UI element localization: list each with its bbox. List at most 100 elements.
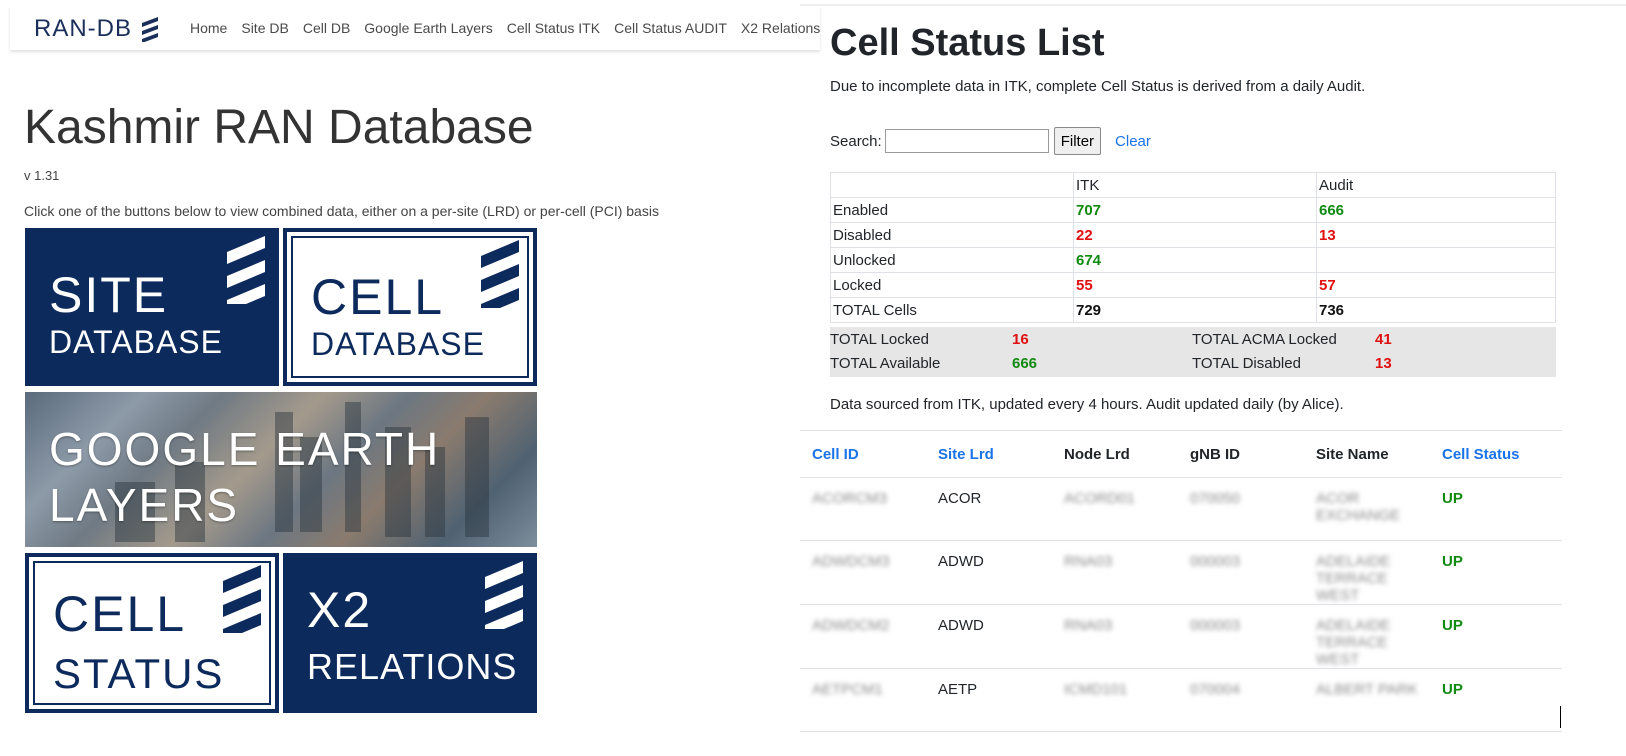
total-locked-value: 16 (1012, 331, 1029, 348)
divider (800, 4, 1626, 6)
table-row: Disabled 22 13 (830, 222, 1556, 248)
tile-label-sub: DATABASE (49, 324, 223, 360)
node-lrd: ICMD101 (1052, 668, 1178, 732)
site-name: ACOR EXCHANGE (1304, 477, 1430, 541)
search-label: Search: (830, 132, 882, 150)
nav-home[interactable]: Home (190, 20, 227, 36)
total-acma-locked-label: TOTAL ACMA Locked (1192, 331, 1337, 348)
page-title: Cell Status List (830, 22, 1105, 64)
table-row: ADWDCM3 ADWD RNA03 000003 ADELAIDE TERRA… (800, 540, 1562, 605)
gnb-id: 070050 (1178, 477, 1304, 541)
brand[interactable]: RAN-DB (34, 12, 160, 46)
tile-label-main: SITE (49, 267, 169, 323)
nav-site-db[interactable]: Site DB (241, 20, 288, 36)
cell-id: ACORCM3 (800, 477, 926, 541)
google-earth-layers-button[interactable]: GOOGLE EARTH LAYERS (25, 392, 537, 547)
header-cell (830, 172, 1074, 198)
tile-label-main: X2 (307, 582, 373, 638)
total-disabled-value: 13 (1375, 355, 1392, 372)
sort-cell-status-header[interactable]: Cell Status (1430, 430, 1562, 478)
nav-cell-status-itk[interactable]: Cell Status ITK (507, 20, 600, 36)
site-lrd: ADWD (926, 604, 1052, 669)
version-label: v 1.31 (24, 168, 60, 183)
gnb-id-header: gNB ID (1178, 430, 1304, 478)
table-row: TOTAL Cells 729 736 (830, 297, 1556, 323)
page-subtitle: Due to incomplete data in ITK, complete … (830, 78, 1366, 95)
tile-label-main: CELL (53, 586, 187, 642)
node-lrd: RNA03 (1052, 604, 1178, 669)
filter-button[interactable]: Filter (1053, 127, 1102, 155)
node-lrd: ACORD01 (1052, 477, 1178, 541)
itk-value: 707 (1073, 197, 1317, 223)
intro-text: Click one of the buttons below to view c… (24, 203, 659, 219)
brand-name: RAN-DB (34, 15, 133, 42)
table-row: AETPCM1 AETP ICMD101 070004 ALBERT PARK … (800, 668, 1562, 732)
node-lrd: RNA03 (1052, 540, 1178, 605)
ericsson-logo-icon (481, 240, 519, 308)
row-label: Locked (830, 272, 1074, 298)
total-locked-label: TOTAL Locked (830, 331, 929, 348)
tile-label-main: CELL (311, 269, 445, 325)
site-lrd: ADWD (926, 540, 1052, 605)
header-cell: ITK (1073, 172, 1317, 198)
ericsson-logo-icon (142, 17, 159, 42)
tile-label-sub: STATUS (53, 650, 225, 697)
page-title: Kashmir RAN Database (24, 101, 534, 154)
table-header-row: Cell ID Site Lrd Node Lrd gNB ID Site Na… (800, 430, 1562, 478)
cell-id: AETPCM1 (800, 668, 926, 732)
status-summary-table: ITK Audit Enabled 707 666 Disabled 22 13… (830, 172, 1556, 323)
search-bar: Search: Filter Clear (830, 127, 1151, 155)
cell-status: UP (1430, 668, 1562, 732)
gnb-id: 000003 (1178, 540, 1304, 605)
cell-id: ADWDCM3 (800, 540, 926, 605)
cell-status: UP (1430, 604, 1562, 669)
sort-site-lrd-header[interactable]: Site Lrd (926, 430, 1052, 478)
tile-label-sub: RELATIONS (307, 646, 518, 687)
cell-database-button[interactable]: CELL DATABASE (283, 228, 537, 386)
nav-google-earth-layers[interactable]: Google Earth Layers (364, 20, 492, 36)
total-available-label: TOTAL Available (830, 355, 941, 372)
site-name: ALBERT PARK (1304, 668, 1430, 732)
gnb-id: 070004 (1178, 668, 1304, 732)
audit-value: 666 (1316, 197, 1556, 223)
table-row: ADWDCM2 ADWD RNA03 000003 ADELAIDE TERRA… (800, 604, 1562, 669)
cell-status-button[interactable]: CELL STATUS (25, 553, 279, 713)
table-row: Unlocked 674 (830, 247, 1556, 273)
site-database-button[interactable]: SITE DATABASE (25, 228, 279, 386)
audit-value: 57 (1316, 272, 1556, 298)
site-name: ADELAIDE TERRACE WEST (1304, 604, 1430, 669)
audit-value (1316, 247, 1556, 273)
tile-label-main: GOOGLE EARTH (49, 423, 441, 475)
cell-id: ADWDCM2 (800, 604, 926, 669)
sort-cell-id-header[interactable]: Cell ID (800, 430, 926, 478)
site-name-header: Site Name (1304, 430, 1430, 478)
totals-panel: TOTAL Locked 16 TOTAL ACMA Locked 41 TOT… (830, 327, 1556, 377)
itk-value: 674 (1073, 247, 1317, 273)
audit-value: 13 (1316, 222, 1556, 248)
total-acma-locked-value: 41 (1375, 331, 1392, 348)
row-label: Enabled (830, 197, 1074, 223)
row-label: Unlocked (830, 247, 1074, 273)
total-disabled-label: TOTAL Disabled (1192, 355, 1301, 372)
node-lrd-header: Node Lrd (1052, 430, 1178, 478)
itk-value: 729 (1073, 297, 1317, 323)
header-cell: Audit (1316, 172, 1556, 198)
clear-link[interactable]: Clear (1115, 133, 1151, 150)
audit-value: 736 (1316, 297, 1556, 323)
nav-cell-status-audit[interactable]: Cell Status AUDIT (614, 20, 727, 36)
cell-status: UP (1430, 477, 1562, 541)
top-navbar: RAN-DB Home Site DB Cell DB Google Earth… (10, 6, 820, 50)
row-label: Disabled (830, 222, 1074, 248)
tile-label-sub: LAYERS (49, 479, 240, 531)
nav-cell-db[interactable]: Cell DB (303, 20, 350, 36)
data-source-note: Data sourced from ITK, updated every 4 h… (830, 396, 1344, 413)
table-header-row: ITK Audit (830, 172, 1556, 198)
site-lrd: AETP (926, 668, 1052, 732)
row-label: TOTAL Cells (830, 297, 1074, 323)
ericsson-logo-icon (223, 565, 261, 633)
itk-value: 55 (1073, 272, 1317, 298)
x2-relations-button[interactable]: X2 RELATIONS (283, 553, 537, 713)
table-row: Locked 55 57 (830, 272, 1556, 298)
table-row: Enabled 707 666 (830, 197, 1556, 223)
search-input[interactable] (884, 129, 1049, 153)
